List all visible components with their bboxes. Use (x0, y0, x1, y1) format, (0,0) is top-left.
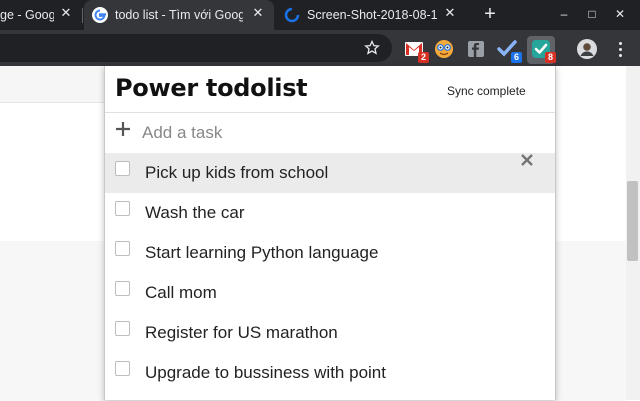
add-task-input[interactable] (142, 122, 522, 144)
tab-1[interactable]: ge - Googl ✕ (0, 0, 80, 30)
scrollbar-thumb[interactable] (627, 181, 638, 261)
close-window-icon[interactable]: ✕ (612, 6, 628, 22)
loading-icon (284, 7, 300, 23)
new-tab-button[interactable]: + (480, 4, 500, 24)
task-item[interactable]: Pick up kids from school (105, 153, 555, 193)
plus-icon[interactable] (115, 121, 131, 137)
face-extension-icon[interactable] (434, 39, 454, 59)
page-header-band (0, 66, 106, 103)
tab-2[interactable]: todo list - Tìm với Goog ✕ (84, 0, 274, 30)
task-checkbox[interactable] (115, 361, 130, 376)
tab-separator (82, 8, 83, 23)
task-checkbox[interactable] (115, 161, 130, 176)
power-todolist-extension-icon[interactable]: 8 (531, 39, 556, 63)
menu-icon[interactable] (616, 39, 624, 59)
checkmark-badge: 6 (511, 52, 522, 63)
minimize-icon[interactable]: – (556, 6, 572, 22)
task-label: Upgrade to bussiness with point (145, 363, 386, 382)
tab-title: todo list - Tìm với Goog (115, 8, 243, 22)
close-icon[interactable]: ✕ (250, 5, 266, 21)
task-item[interactable]: Register for US marathon (105, 313, 555, 353)
google-icon (92, 7, 108, 23)
tab-3[interactable]: Screen-Shot-2018-08-1 ✕ (276, 0, 466, 30)
task-label: Call mom (145, 283, 217, 302)
tab-title: ge - Googl (0, 8, 54, 22)
task-item[interactable]: Call mom (105, 273, 555, 313)
facebook-extension-icon[interactable] (466, 39, 486, 59)
checkmark-extension-icon[interactable]: 6 (497, 39, 522, 63)
task-checkbox[interactable] (115, 281, 130, 296)
todolist-badge: 8 (545, 52, 556, 63)
task-label: Register for US marathon (145, 323, 338, 342)
task-checkbox[interactable] (115, 241, 130, 256)
task-label: Start learning Python language (145, 243, 379, 262)
close-icon[interactable]: ✕ (58, 5, 74, 21)
page-lower-panel (0, 241, 106, 401)
bookmark-star-icon[interactable] (364, 40, 380, 56)
address-bar[interactable] (0, 34, 392, 62)
add-task-row (105, 113, 555, 153)
gmail-badge: 2 (418, 52, 429, 63)
page-lower-panel-right (554, 241, 626, 401)
task-item[interactable]: Start learning Python language (105, 233, 555, 273)
tab-strip: ge - Googl ✕ todo list - Tìm với Goog ✕ … (0, 0, 640, 30)
popup-title: Power todolist (115, 74, 308, 102)
maximize-icon[interactable]: □ (584, 6, 600, 22)
task-checkbox[interactable] (115, 321, 130, 336)
avatar[interactable] (577, 39, 597, 59)
delete-icon[interactable] (519, 152, 535, 168)
tab-title: Screen-Shot-2018-08-1 (307, 8, 437, 22)
sync-status: Sync complete (447, 84, 526, 98)
close-icon[interactable]: ✕ (442, 5, 458, 21)
task-label: Pick up kids from school (145, 163, 329, 182)
gmail-extension-icon[interactable]: 2 (404, 39, 429, 63)
task-item[interactable]: Upgrade to bussiness with point (105, 353, 555, 393)
task-item[interactable]: Wash the car (105, 193, 555, 233)
todolist-popup: Power todolist Sync complete Pick up kid… (104, 66, 556, 400)
task-label: Wash the car (145, 203, 245, 222)
task-checkbox[interactable] (115, 201, 130, 216)
